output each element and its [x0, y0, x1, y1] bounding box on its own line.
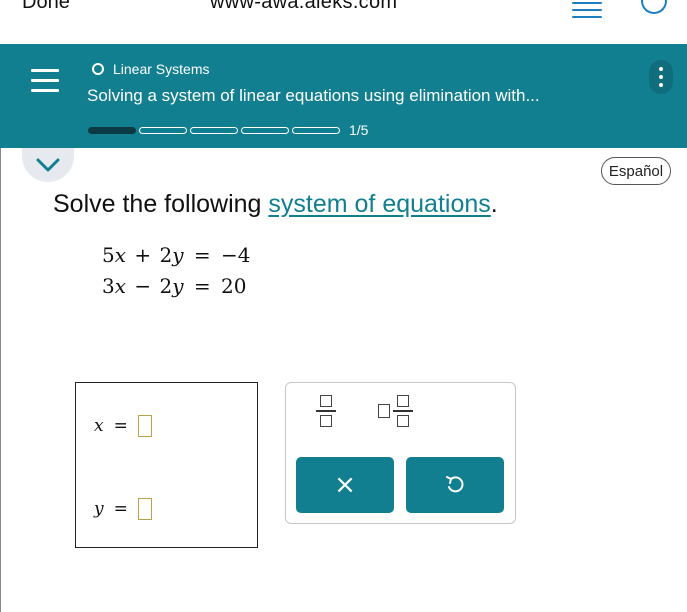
math-tools-panel: × [285, 382, 516, 524]
page-border [0, 148, 1, 612]
answer-box: x = y = [75, 382, 258, 548]
progress-bar: 1/5 [88, 122, 368, 138]
answer-y-row: y = [94, 498, 152, 520]
answer-var: y [94, 499, 104, 519]
answer-x-row: x = [94, 415, 152, 437]
fraction-button[interactable] [316, 395, 336, 427]
equation-2: 3x − 2y = 20 [102, 274, 247, 298]
mixed-number-button[interactable] [378, 395, 413, 427]
answer-var: x [94, 416, 104, 436]
topic-header: Linear Systems Solving a system of linea… [0, 44, 687, 148]
equation-1: 5x + 2y = −4 [102, 243, 251, 267]
x-answer-input[interactable] [137, 415, 152, 437]
undo-icon [446, 476, 464, 493]
progress-segment [190, 126, 238, 134]
question-prefix: Solve the following [53, 190, 269, 218]
collapse-button[interactable] [22, 148, 74, 182]
browser-menu-icon[interactable] [572, 2, 602, 18]
progress-segment [241, 126, 289, 134]
topic-status-icon [92, 63, 104, 75]
url-display[interactable]: www-awa.aleks.com [210, 0, 397, 14]
undo-button[interactable] [406, 457, 504, 513]
done-button[interactable]: Done [22, 0, 70, 14]
progress-segment [292, 126, 340, 134]
browser-bar: Done www-awa.aleks.com [0, 0, 687, 44]
reload-icon[interactable] [641, 0, 667, 14]
glossary-link[interactable]: system of equations [268, 190, 490, 218]
topic-title: Linear Systems [113, 61, 210, 77]
language-button[interactable]: Español [601, 157, 671, 185]
progress-segment [139, 126, 187, 134]
close-icon: × [334, 470, 356, 500]
more-options-icon[interactable] [649, 60, 673, 94]
answer-equals: = [113, 416, 128, 436]
answer-equals: = [113, 499, 128, 519]
problem-subtitle: Solving a system of linear equations usi… [87, 86, 540, 105]
fraction-icon [316, 395, 336, 427]
question-suffix: . [490, 190, 498, 218]
mixed-number-icon [378, 404, 390, 418]
menu-icon[interactable] [31, 69, 59, 92]
clear-button[interactable]: × [296, 457, 394, 513]
topic-row: Linear Systems [92, 61, 209, 77]
question-text: Solve the following system of equations. [53, 190, 498, 219]
y-answer-input[interactable] [137, 498, 152, 520]
progress-segment [88, 126, 136, 134]
progress-count: 1/5 [349, 122, 369, 138]
chevron-down-icon [36, 158, 60, 172]
